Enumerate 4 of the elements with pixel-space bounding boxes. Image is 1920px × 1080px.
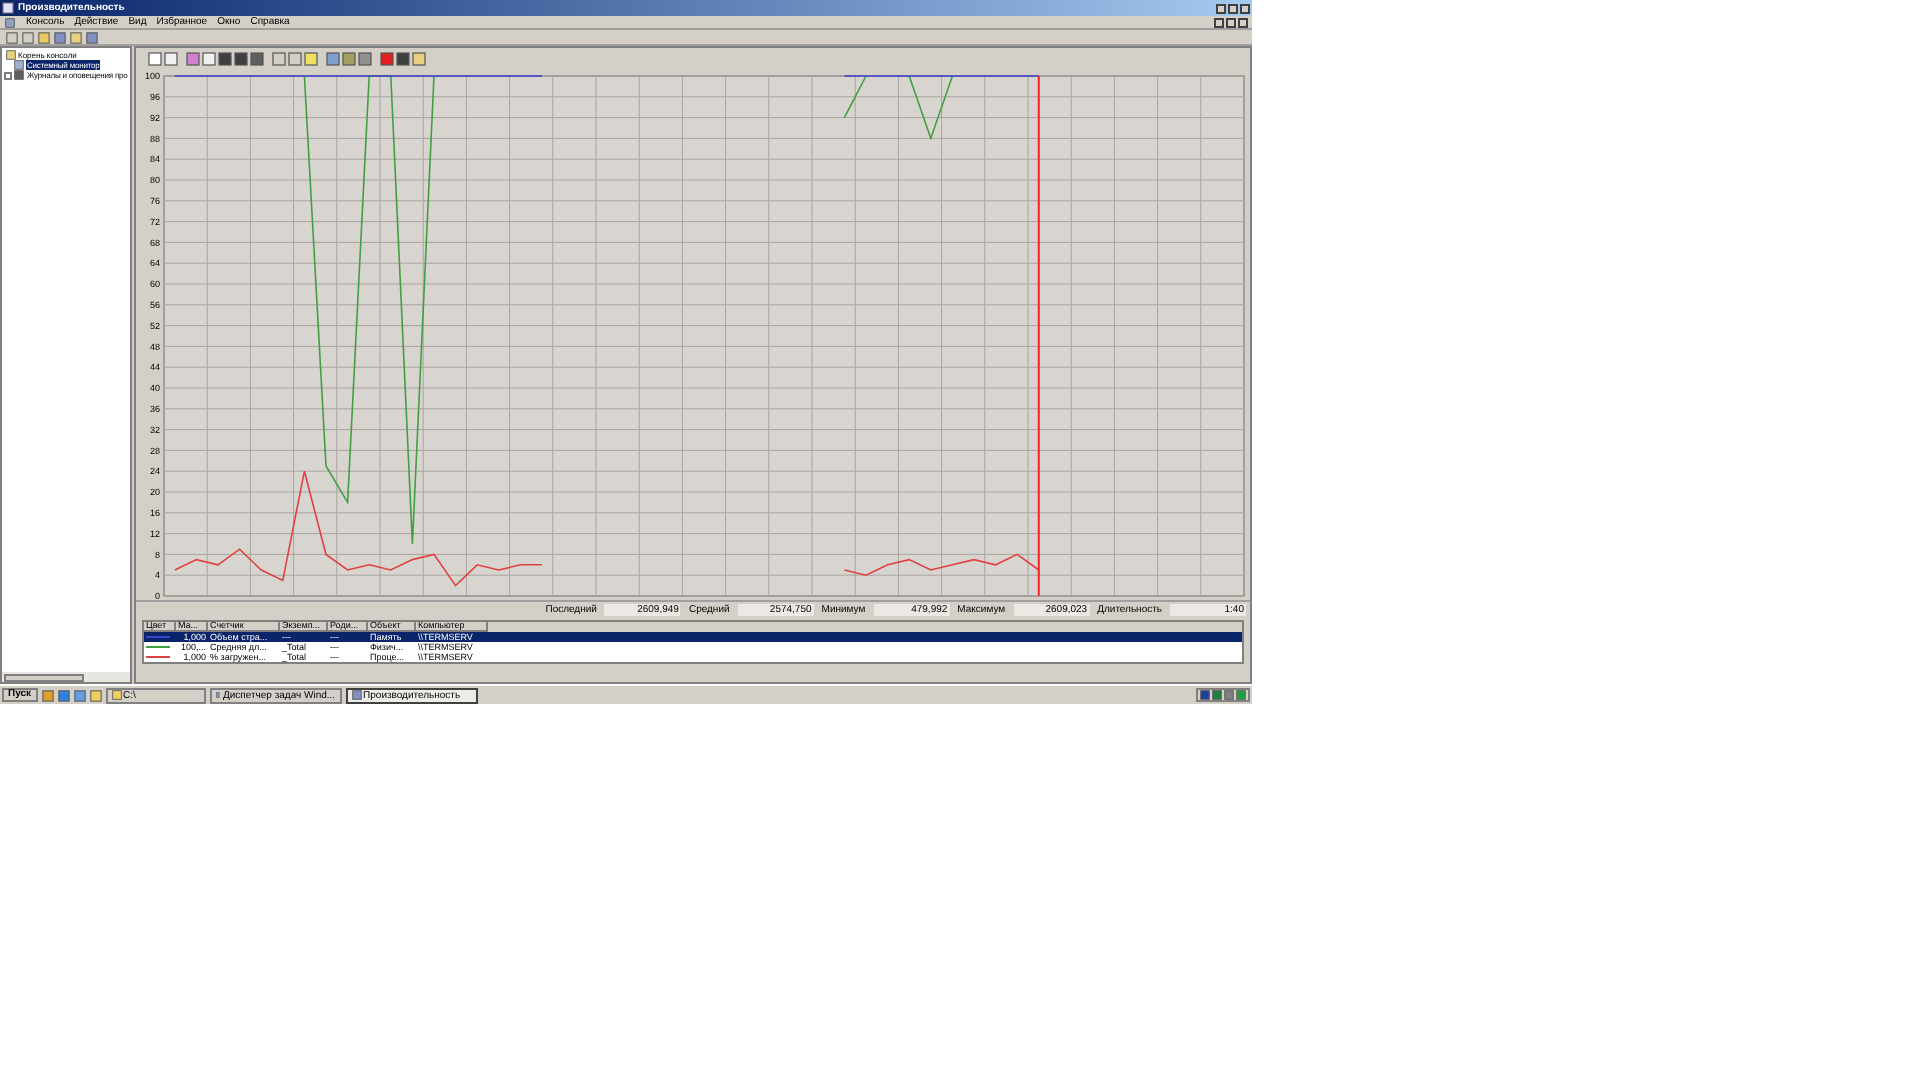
scroll-bar[interactable] [2,672,130,682]
restore-button[interactable] [1226,17,1236,27]
expand-icon[interactable] [3,71,11,79]
maximize-button[interactable] [1228,3,1238,13]
